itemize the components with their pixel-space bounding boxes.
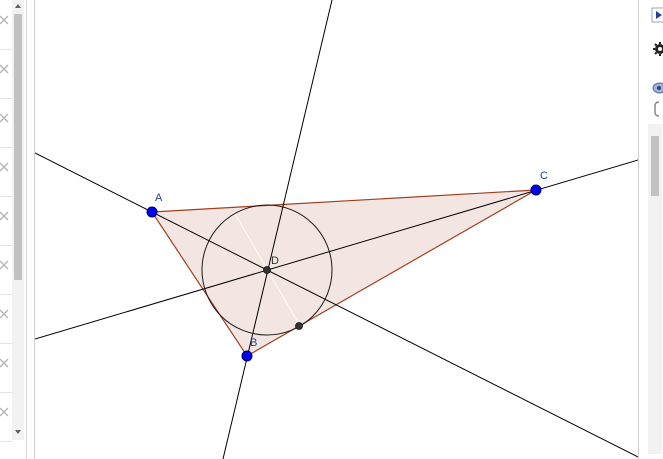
algebra-scrollbar[interactable] (12, 0, 24, 440)
algebra-row[interactable] (0, 147, 12, 197)
algebra-row[interactable] (0, 49, 12, 99)
close-icon[interactable] (0, 210, 10, 222)
algebra-panel (0, 0, 27, 459)
point-label-d: D (271, 255, 279, 267)
scrollbar-thumb[interactable] (651, 136, 659, 196)
close-icon[interactable] (0, 14, 10, 26)
bisector-line-a[interactable] (35, 152, 638, 458)
point-tangent[interactable] (295, 322, 303, 330)
eye-icon[interactable] (651, 78, 663, 96)
close-icon[interactable] (0, 112, 10, 124)
point-label-c: C (540, 170, 548, 182)
gear-icon[interactable] (651, 40, 663, 58)
point-a[interactable] (146, 206, 158, 218)
style-bar (638, 0, 663, 459)
point-d[interactable] (263, 266, 271, 274)
construction-canvas[interactable] (35, 0, 638, 459)
point-label-a: A (155, 192, 163, 204)
graphics-view[interactable]: A C B D (34, 0, 639, 459)
close-icon[interactable] (0, 161, 10, 173)
triangle-abc[interactable] (150, 189, 537, 357)
close-icon[interactable] (0, 63, 10, 75)
close-icon[interactable] (0, 259, 10, 271)
chevron-up-icon[interactable] (14, 2, 22, 10)
algebra-row[interactable] (0, 392, 12, 442)
algebra-row[interactable] (0, 245, 12, 295)
bisector-line-c[interactable] (35, 159, 638, 340)
chevron-down-icon[interactable] (14, 428, 22, 436)
scrollbar-thumb[interactable] (14, 14, 22, 280)
point-b[interactable] (241, 350, 253, 362)
algebra-row[interactable] (0, 196, 12, 246)
algebra-row[interactable] (0, 294, 12, 344)
point-c[interactable] (530, 184, 542, 196)
close-icon[interactable] (0, 406, 10, 418)
style-bar-scrollbar[interactable] (648, 124, 662, 454)
close-icon[interactable] (0, 357, 10, 369)
point-label-b: B (250, 337, 258, 349)
algebra-row[interactable] (0, 0, 12, 50)
play-icon[interactable] (651, 6, 663, 24)
close-icon[interactable] (0, 308, 10, 320)
algebra-row[interactable] (0, 98, 12, 148)
algebra-row[interactable] (0, 343, 12, 393)
bracket-icon[interactable] (651, 100, 663, 118)
